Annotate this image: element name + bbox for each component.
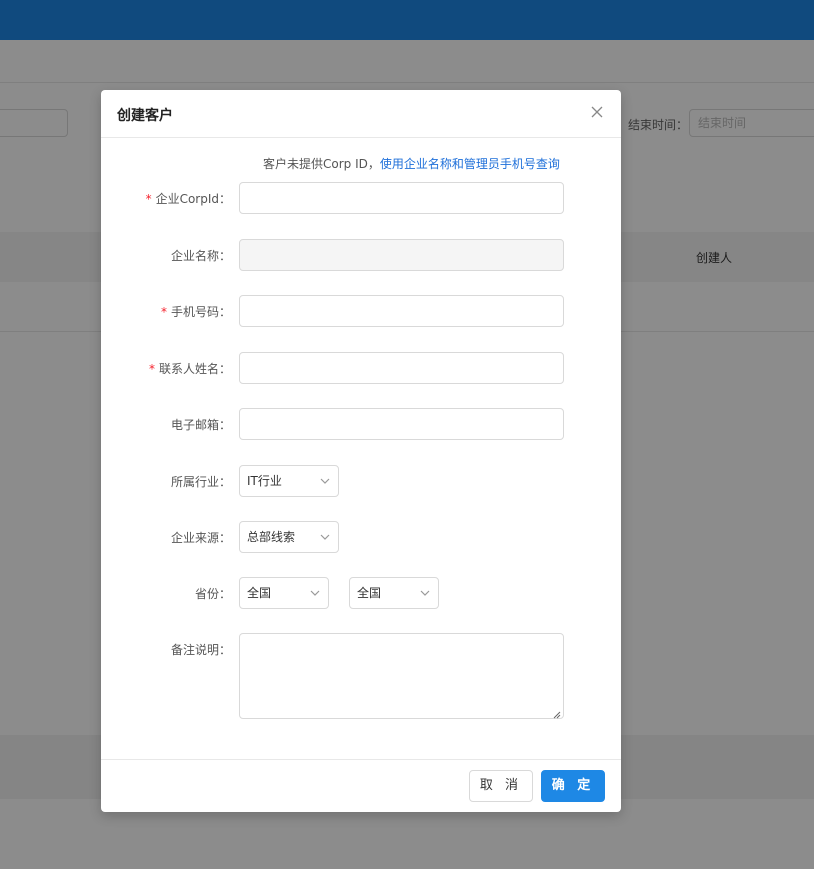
- industry-selected-value: IT行业: [247, 474, 282, 488]
- industry-label: 所属行业：: [170, 475, 231, 489]
- corp-id-label: * 企业CorpId：: [145, 192, 231, 206]
- hint-text: 客户未提供Corp ID，: [263, 157, 380, 171]
- phone-input[interactable]: [239, 295, 564, 327]
- chevron-down-icon: [420, 578, 430, 621]
- contact-name-input[interactable]: [239, 352, 564, 384]
- remark-label: 备注说明：: [170, 643, 231, 657]
- lookup-by-name-phone-link[interactable]: 使用企业名称和管理员手机号查询: [380, 157, 560, 171]
- form-row-source: 企业来源： 总部线索: [101, 521, 621, 553]
- form-row-company-name: 企业名称：: [101, 239, 621, 271]
- form-row-email: 电子邮箱：: [101, 408, 621, 440]
- form-row-corp-id: * 企业CorpId：: [101, 182, 621, 214]
- email-label: 电子邮箱：: [170, 418, 231, 432]
- resize-grip-icon[interactable]: [553, 708, 561, 719]
- form-row-province: 省份： 全国 全国: [101, 577, 621, 609]
- required-mark: *: [160, 305, 167, 319]
- modal-title: 创建客户: [117, 108, 173, 124]
- province-label: 省份：: [194, 587, 231, 601]
- corp-id-input[interactable]: [239, 182, 564, 214]
- company-name-input: [239, 239, 564, 271]
- form-row-remark: 备注说明：: [101, 633, 621, 719]
- industry-select[interactable]: IT行业: [239, 465, 339, 497]
- modal-footer: 取 消 确 定: [101, 759, 621, 812]
- source-selected-value: 总部线索: [247, 530, 296, 544]
- phone-label: * 手机号码：: [160, 305, 231, 319]
- form-row-phone: * 手机号码：: [101, 295, 621, 327]
- modal-header: 创建客户: [101, 90, 621, 138]
- create-customer-modal: 创建客户 客户未提供Corp ID，使用企业名称和管理员手机号查询 * 企业Cor…: [101, 90, 621, 812]
- required-mark: *: [145, 192, 152, 206]
- province-select[interactable]: 全国: [239, 577, 329, 609]
- contact-name-label: * 联系人姓名：: [148, 362, 231, 376]
- form-row-industry: 所属行业： IT行业: [101, 465, 621, 497]
- company-name-label: 企业名称：: [170, 249, 231, 263]
- required-mark: *: [148, 362, 155, 376]
- source-label: 企业来源：: [170, 531, 231, 545]
- city-select[interactable]: 全国: [349, 577, 439, 609]
- close-icon[interactable]: [587, 103, 607, 123]
- email-input[interactable]: [239, 408, 564, 440]
- form-row-contact-name: * 联系人姓名：: [101, 352, 621, 384]
- corp-id-hint: 客户未提供Corp ID，使用企业名称和管理员手机号查询: [263, 155, 560, 172]
- chevron-down-icon: [320, 522, 330, 565]
- remark-textarea[interactable]: [239, 633, 564, 719]
- source-select[interactable]: 总部线索: [239, 521, 339, 553]
- chevron-down-icon: [320, 466, 330, 509]
- province-selected-value: 全国: [247, 586, 272, 600]
- chevron-down-icon: [310, 578, 320, 621]
- city-selected-value: 全国: [357, 586, 382, 600]
- confirm-button[interactable]: 确 定: [541, 770, 605, 802]
- cancel-button[interactable]: 取 消: [469, 770, 533, 802]
